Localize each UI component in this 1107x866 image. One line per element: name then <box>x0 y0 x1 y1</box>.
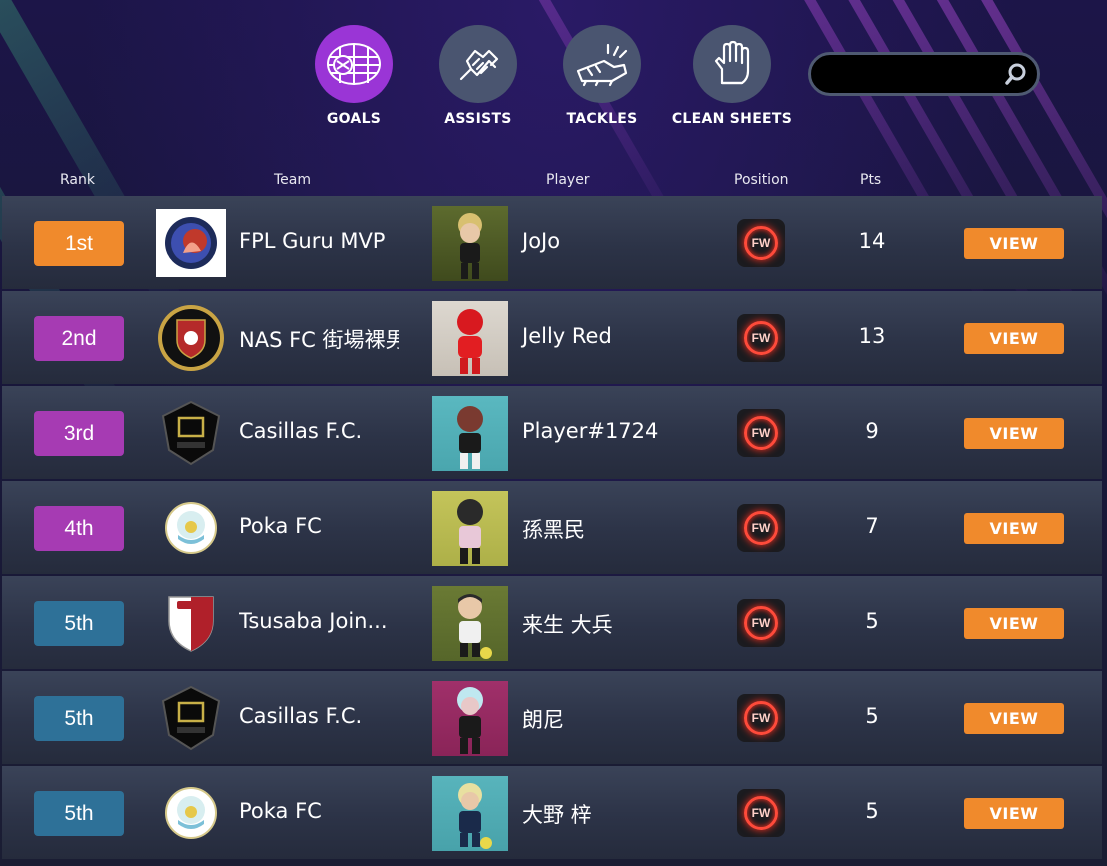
team-name: Poka FC <box>239 799 322 823</box>
player-name: 大野 梓 <box>522 803 592 827</box>
team-logo <box>156 684 226 752</box>
position-fw-icon: FW <box>737 504 785 552</box>
points-value: 7 <box>865 514 879 538</box>
search-box[interactable] <box>808 52 1040 96</box>
column-header-pts: Pts <box>860 172 882 188</box>
column-header-position: Position <box>734 172 789 188</box>
team-name: Poka FC <box>239 514 322 538</box>
player-avatar <box>432 776 508 851</box>
category-tackles[interactable]: TACKLES <box>532 25 672 127</box>
handshake-icon <box>439 25 517 103</box>
rank-badge: 3rd <box>34 411 124 456</box>
position-fw-icon: FW <box>737 314 785 362</box>
category-clean-sheets[interactable]: CLEAN SHEETS <box>661 25 803 127</box>
view-button[interactable]: VIEW <box>964 608 1064 639</box>
view-button[interactable]: VIEW <box>964 323 1064 354</box>
player-avatar <box>432 586 508 661</box>
player-avatar <box>432 206 508 281</box>
table-row: 5th Tsusaba Join... 来生 大兵 FW 5 VIEW <box>2 576 1102 669</box>
player-name: 朗尼 <box>522 708 564 732</box>
table-row: 2nd NAS FC 街場裸男 Jelly Red FW 13 VIEW <box>2 291 1102 384</box>
category-label: CLEAN SHEETS <box>671 111 793 127</box>
points-value: 9 <box>865 419 879 443</box>
team-logo <box>156 494 226 562</box>
player-name: Player#1724 <box>522 419 659 443</box>
goalkeeper-glove-icon <box>693 25 771 103</box>
column-header-team: Team <box>274 172 312 188</box>
position-fw-icon: FW <box>737 694 785 742</box>
player-avatar <box>432 301 508 376</box>
category-label: TACKLES <box>566 111 638 127</box>
search-icon[interactable] <box>1003 59 1029 89</box>
leaderboard-table: 1st FPL Guru MVP JoJo FW 14 VIEW 2nd NAS… <box>2 196 1102 861</box>
points-value: 5 <box>865 704 879 728</box>
points-value: 14 <box>858 229 886 253</box>
view-button[interactable]: VIEW <box>964 513 1064 544</box>
player-avatar <box>432 681 508 756</box>
boot-tackle-icon <box>563 25 641 103</box>
position-fw-icon: FW <box>737 219 785 267</box>
team-name: Tsusaba Join... <box>239 609 388 633</box>
player-avatar <box>432 396 508 471</box>
category-assists[interactable]: ASSISTS <box>408 25 548 127</box>
view-button[interactable]: VIEW <box>964 418 1064 449</box>
view-button[interactable]: VIEW <box>964 228 1064 259</box>
category-label: ASSISTS <box>444 111 512 127</box>
view-button[interactable]: VIEW <box>964 798 1064 829</box>
table-row: 1st FPL Guru MVP JoJo FW 14 VIEW <box>2 196 1102 289</box>
team-logo <box>156 399 226 467</box>
table-row: 5th Poka FC 大野 梓 FW 5 VIEW <box>2 766 1102 859</box>
position-fw-icon: FW <box>737 789 785 837</box>
table-row: 4th Poka FC 孫黑民 FW 7 VIEW <box>2 481 1102 574</box>
team-logo <box>156 589 226 657</box>
points-value: 5 <box>865 609 879 633</box>
search-input[interactable] <box>811 65 1003 83</box>
player-name: 来生 大兵 <box>522 613 613 637</box>
team-name: FPL Guru MVP <box>239 229 386 253</box>
player-name: JoJo <box>522 229 561 253</box>
rank-badge: 4th <box>34 506 124 551</box>
player-avatar <box>432 491 508 566</box>
rank-badge: 5th <box>34 601 124 646</box>
rank-badge: 1st <box>34 221 124 266</box>
column-header-player: Player <box>546 172 590 188</box>
team-logo <box>156 779 226 847</box>
column-header-rank: Rank <box>60 172 95 188</box>
points-value: 5 <box>865 799 879 823</box>
rank-badge: 2nd <box>34 316 124 361</box>
goal-net-icon <box>315 25 393 103</box>
rank-badge: 5th <box>34 696 124 741</box>
position-fw-icon: FW <box>737 409 785 457</box>
view-button[interactable]: VIEW <box>964 703 1064 734</box>
category-goals[interactable]: GOALS <box>284 25 424 127</box>
category-label: GOALS <box>326 111 382 127</box>
rank-badge: 5th <box>34 791 124 836</box>
player-name: Jelly Red <box>522 324 612 348</box>
team-logo <box>156 209 226 277</box>
points-value: 13 <box>858 324 886 348</box>
player-name: 孫黑民 <box>522 518 585 542</box>
team-logo <box>156 304 226 372</box>
position-fw-icon: FW <box>737 599 785 647</box>
table-row: 3rd Casillas F.C. Player#1724 FW 9 VIEW <box>2 386 1102 479</box>
team-name: NAS FC 街場裸男 <box>239 328 399 352</box>
team-name: Casillas F.C. <box>239 704 363 728</box>
table-row: 5th Casillas F.C. 朗尼 FW 5 VIEW <box>2 671 1102 764</box>
team-name: Casillas F.C. <box>239 419 363 443</box>
